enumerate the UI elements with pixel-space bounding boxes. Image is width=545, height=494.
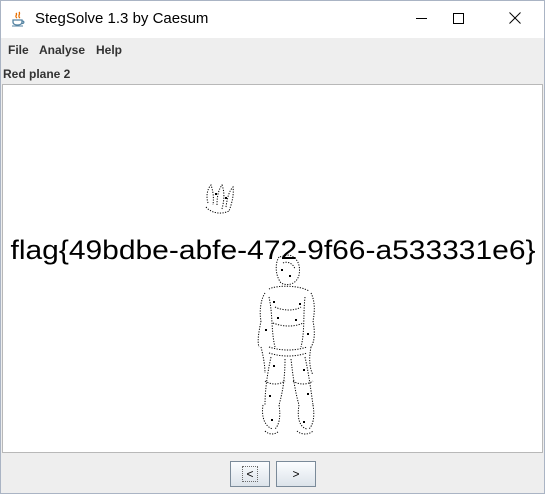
figure-silhouette xyxy=(205,183,315,435)
menu-analyse[interactable]: Analyse xyxy=(39,43,85,57)
minimize-icon xyxy=(415,11,427,29)
plane-label: Red plane 2 xyxy=(3,67,71,81)
maximize-button[interactable] xyxy=(435,1,481,38)
flag-text: flag{49bdbe-abfe-472-9f66-a533331e6} xyxy=(11,235,536,265)
menu-file[interactable]: File xyxy=(8,43,29,57)
maximize-icon xyxy=(452,11,464,29)
title-bar[interactable]: StegSolve 1.3 by Caesum xyxy=(1,1,544,38)
next-plane-label: > xyxy=(292,467,300,481)
close-icon xyxy=(509,11,521,29)
menu-help[interactable]: Help xyxy=(96,43,122,57)
previous-plane-label: < xyxy=(242,466,258,482)
java-app-icon xyxy=(10,11,26,27)
window-title: StegSolve 1.3 by Caesum xyxy=(35,10,209,27)
previous-plane-button[interactable]: < xyxy=(230,461,270,487)
next-plane-button[interactable]: > xyxy=(276,461,316,487)
bit-plane-image: flag{49bdbe-abfe-472-9f66-a533331e6} xyxy=(11,183,536,435)
close-button[interactable] xyxy=(492,1,538,38)
menu-bar: File Analyse Help xyxy=(1,38,544,62)
stegsolve-window: StegSolve 1.3 by Caesum File Analyse Hel… xyxy=(0,0,545,494)
image-viewer: flag{49bdbe-abfe-472-9f66-a533331e6} xyxy=(2,84,543,453)
